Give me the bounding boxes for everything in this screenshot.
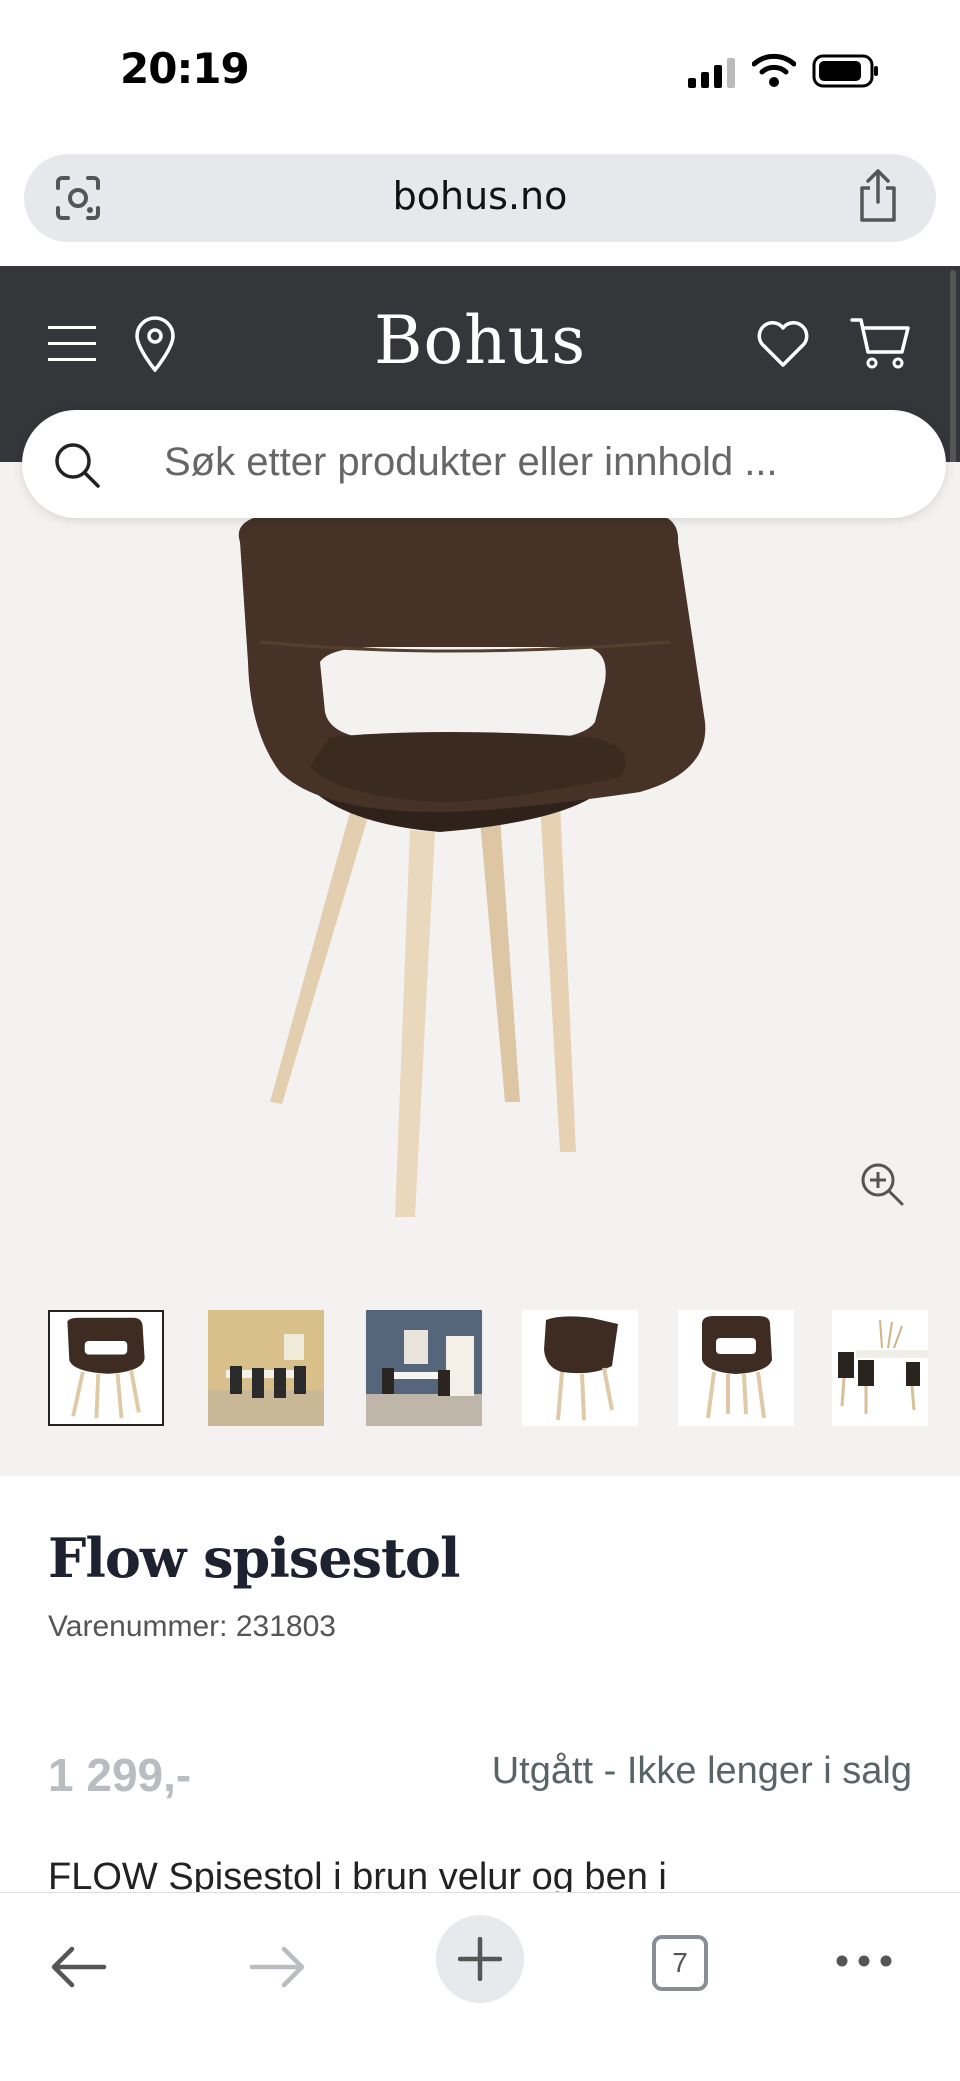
cart-icon[interactable]	[850, 316, 910, 370]
thumbnail-2[interactable]	[208, 1310, 324, 1426]
address-bar[interactable]: bohus.no	[24, 154, 936, 242]
status-time: 20:19	[120, 44, 250, 93]
product-main-image[interactable]	[200, 512, 760, 1232]
thumbnail-5[interactable]	[678, 1310, 794, 1426]
wifi-icon	[752, 53, 796, 87]
product-gallery	[0, 462, 960, 1476]
product-price: 1 299,-	[48, 1749, 192, 1801]
tab-switcher-button[interactable]: 7	[652, 1935, 708, 1991]
product-title: Flow spisestol	[48, 1526, 460, 1590]
battery-icon	[812, 54, 878, 88]
availability-status: Utgått - Ikke lenger i salg	[491, 1750, 912, 1792]
search-input[interactable]: Søk etter produkter eller innhold ...	[164, 440, 778, 485]
status-bar: 20:19	[0, 0, 960, 140]
cellular-signal-icon	[688, 58, 735, 88]
thumbnail-3[interactable]	[366, 1310, 482, 1426]
search-icon	[55, 443, 100, 488]
heart-icon[interactable]	[756, 320, 810, 368]
plus-icon	[458, 1937, 502, 1981]
forward-arrow-icon[interactable]	[248, 1945, 308, 1989]
thumbnail-6[interactable]	[832, 1310, 928, 1426]
product-sku: Varenummer: 231803	[48, 1610, 336, 1643]
thumbnail-1[interactable]	[48, 1310, 164, 1426]
thumbnail-4[interactable]	[522, 1310, 638, 1426]
brand-logo[interactable]: Bohus	[0, 302, 960, 379]
url-text[interactable]: bohus.no	[24, 174, 936, 218]
zoom-in-icon[interactable]	[858, 1160, 906, 1208]
share-icon[interactable]	[856, 168, 900, 224]
search-bar[interactable]: Søk etter produkter eller innhold ...	[22, 410, 946, 518]
browser-toolbar: 7	[0, 1892, 960, 2081]
new-tab-button[interactable]	[436, 1915, 524, 2003]
thumbnail-strip	[48, 1310, 928, 1430]
back-arrow-icon[interactable]	[48, 1945, 108, 1989]
more-options-icon[interactable]	[834, 1949, 894, 1973]
